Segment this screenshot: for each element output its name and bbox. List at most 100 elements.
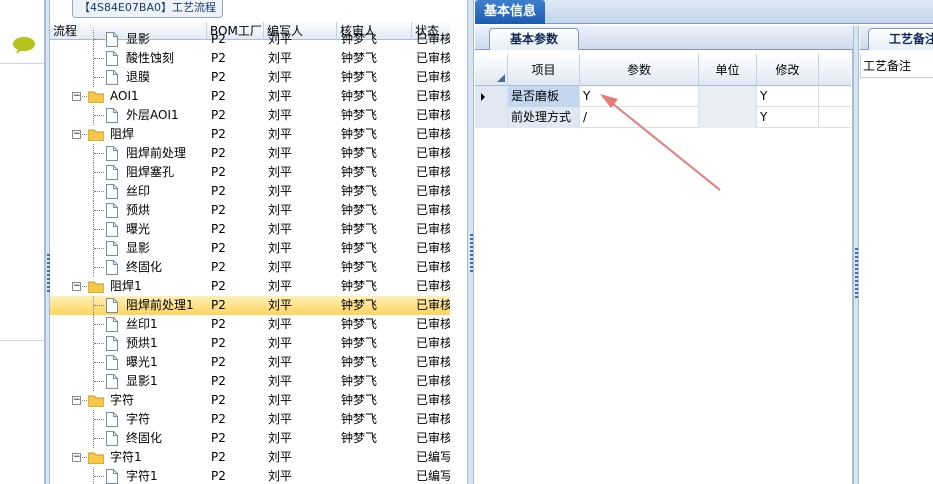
collapse-icon[interactable]: − bbox=[72, 396, 81, 405]
cell-writer: 刘平 bbox=[268, 32, 293, 46]
tree-row[interactable]: 曝光1 P2 刘平 钟梦飞 已审核 bbox=[50, 353, 450, 372]
tree-row[interactable]: 外层AOI1 P2 刘平 钟梦飞 已审核 bbox=[50, 106, 450, 125]
tree-node-label: 字符1 bbox=[110, 450, 142, 464]
tree-row[interactable]: 阻焊前处理 P2 刘平 钟梦飞 已审核 bbox=[50, 144, 450, 163]
params-cell-item[interactable]: 前处理方式 bbox=[508, 107, 580, 128]
folder-icon bbox=[87, 128, 105, 142]
params-cell-modify[interactable]: Y bbox=[757, 86, 819, 107]
row-header[interactable] bbox=[475, 86, 508, 107]
params-cell-unit[interactable] bbox=[699, 86, 757, 107]
column-header-param[interactable]: 参数 bbox=[580, 54, 699, 86]
tree-node-label: 字符 bbox=[126, 412, 151, 426]
middle-splitter[interactable] bbox=[467, 0, 474, 484]
cell-reviewer: 钟梦飞 bbox=[341, 374, 378, 388]
params-cell-item[interactable]: 是否磨板 bbox=[508, 86, 580, 107]
cell-writer: 刘平 bbox=[268, 469, 293, 483]
cell-reviewer: 钟梦飞 bbox=[341, 279, 378, 293]
cell-writer: 刘平 bbox=[268, 279, 293, 293]
top-tab-bar: 基本信息 bbox=[475, 0, 933, 24]
cell-status: 已审核 bbox=[416, 70, 450, 84]
column-header-modify[interactable]: 修改 bbox=[757, 54, 819, 86]
params-row[interactable]: 前处理方式 / Y bbox=[475, 107, 851, 128]
cell-bom: P2 bbox=[211, 241, 226, 255]
tree-row[interactable]: 字符1 P2 刘平 已编写 bbox=[50, 467, 450, 484]
tree-node-label: 终固化 bbox=[126, 260, 163, 274]
cell-bom: P2 bbox=[211, 374, 226, 388]
tree-row[interactable]: 阻焊前处理1 P2 刘平 钟梦飞 已审核 bbox=[50, 296, 450, 315]
tree-row[interactable]: 丝印 P2 刘平 钟梦飞 已审核 bbox=[50, 182, 450, 201]
params-cell-param[interactable]: / bbox=[580, 107, 699, 128]
tree-row[interactable]: 丝印1 P2 刘平 钟梦飞 已审核 bbox=[50, 315, 450, 334]
row-header[interactable] bbox=[475, 107, 508, 128]
right-splitter[interactable] bbox=[853, 26, 859, 484]
cell-reviewer: 钟梦飞 bbox=[341, 241, 378, 255]
cell-reviewer: 钟梦飞 bbox=[341, 317, 378, 331]
cell-writer: 刘平 bbox=[268, 336, 293, 350]
collapse-icon[interactable]: − bbox=[72, 130, 81, 139]
tree-row[interactable]: 曝光 P2 刘平 钟梦飞 已审核 bbox=[50, 220, 450, 239]
chat-button[interactable] bbox=[0, 28, 44, 64]
cell-reviewer: 钟梦飞 bbox=[341, 70, 378, 84]
cell-writer: 刘平 bbox=[268, 450, 293, 464]
cell-writer: 刘平 bbox=[268, 241, 293, 255]
tab-basic-params[interactable]: 基本参数 bbox=[489, 28, 579, 50]
folder-icon bbox=[87, 280, 105, 294]
process-remarks-panel: 工艺备注 工艺备注 bbox=[860, 26, 933, 484]
cell-bom: P2 bbox=[211, 317, 226, 331]
tree-row[interactable]: 阻焊塞孔 P2 刘平 钟梦飞 已审核 bbox=[50, 163, 450, 182]
tree-row[interactable]: − 阻焊 P2 刘平 钟梦飞 已审核 bbox=[50, 125, 450, 144]
tree-row[interactable]: − 字符1 P2 刘平 已编写 bbox=[50, 448, 450, 467]
current-row-pointer-icon bbox=[481, 93, 485, 101]
folder-icon bbox=[87, 394, 105, 408]
tree-row[interactable]: 退膜 P2 刘平 钟梦飞 已审核 bbox=[50, 68, 450, 87]
tree-row[interactable]: 预烘 P2 刘平 钟梦飞 已审核 bbox=[50, 201, 450, 220]
params-cell-unit[interactable] bbox=[699, 107, 757, 128]
column-header-unit[interactable]: 单位 bbox=[699, 54, 757, 86]
cell-bom: P2 bbox=[211, 184, 226, 198]
cell-writer: 刘平 bbox=[268, 70, 293, 84]
params-cell-param[interactable]: Y bbox=[580, 86, 699, 107]
cell-bom: P2 bbox=[211, 108, 226, 122]
cell-reviewer: 钟梦飞 bbox=[341, 51, 378, 65]
tree-row[interactable]: 显影1 P2 刘平 钟梦飞 已审核 bbox=[50, 372, 450, 391]
cell-bom: P2 bbox=[211, 355, 226, 369]
tree-row[interactable]: − 阻焊1 P2 刘平 钟梦飞 已审核 bbox=[50, 277, 450, 296]
params-row[interactable]: 是否磨板 Y Y bbox=[475, 86, 851, 107]
column-header-item[interactable]: 项目 bbox=[508, 54, 580, 86]
cell-reviewer: 钟梦飞 bbox=[341, 431, 378, 445]
tree-row[interactable]: 终固化 P2 刘平 钟梦飞 已审核 bbox=[50, 258, 450, 277]
tree-row[interactable]: 酸性蚀刻 P2 刘平 钟梦飞 已审核 bbox=[50, 49, 450, 68]
folder-icon bbox=[87, 451, 105, 465]
cell-status: 已审核 bbox=[416, 298, 450, 312]
tab-process-remarks[interactable]: 工艺备注 bbox=[868, 28, 933, 50]
cell-bom: P2 bbox=[211, 32, 226, 46]
collapse-icon[interactable]: − bbox=[72, 453, 81, 462]
cell-writer: 刘平 bbox=[268, 431, 293, 445]
cell-status: 已审核 bbox=[416, 336, 450, 350]
cell-status: 已审核 bbox=[416, 127, 450, 141]
document-icon bbox=[106, 184, 118, 199]
cell-writer: 刘平 bbox=[268, 165, 293, 179]
cell-bom: P2 bbox=[211, 412, 226, 426]
tree-node-label: 丝印1 bbox=[126, 317, 158, 331]
tree-row[interactable]: 预烘1 P2 刘平 钟梦飞 已审核 bbox=[50, 334, 450, 353]
cell-reviewer: 钟梦飞 bbox=[341, 412, 378, 426]
tree-row[interactable]: 字符 P2 刘平 钟梦飞 已审核 bbox=[50, 410, 450, 429]
tree-node-label: 阻焊1 bbox=[110, 279, 142, 293]
cell-status: 已编写 bbox=[416, 469, 450, 483]
tree-row[interactable]: 终固化 P2 刘平 钟梦飞 已审核 bbox=[50, 429, 450, 448]
tree-node-label: 预烘1 bbox=[126, 336, 158, 350]
document-icon bbox=[106, 412, 118, 427]
params-cell-modify[interactable]: Y bbox=[757, 107, 819, 128]
tree-row[interactable]: − AOI1 P2 刘平 钟梦飞 已审核 bbox=[50, 87, 450, 106]
cell-status: 已审核 bbox=[416, 279, 450, 293]
tree-row[interactable]: 显影 P2 刘平 钟梦飞 已审核 bbox=[50, 239, 450, 258]
collapse-icon[interactable]: − bbox=[72, 92, 81, 101]
tree-row[interactable]: − 字符 P2 刘平 钟梦飞 已审核 bbox=[50, 391, 450, 410]
collapse-icon[interactable]: − bbox=[72, 282, 81, 291]
tab-basic-info[interactable]: 基本信息 bbox=[475, 0, 545, 24]
cell-writer: 刘平 bbox=[268, 108, 293, 122]
tree-row[interactable]: 显影 P2 刘平 钟梦飞 已审核 bbox=[50, 30, 450, 49]
cell-bom: P2 bbox=[211, 70, 226, 84]
tree-node-label: 曝光1 bbox=[126, 355, 158, 369]
